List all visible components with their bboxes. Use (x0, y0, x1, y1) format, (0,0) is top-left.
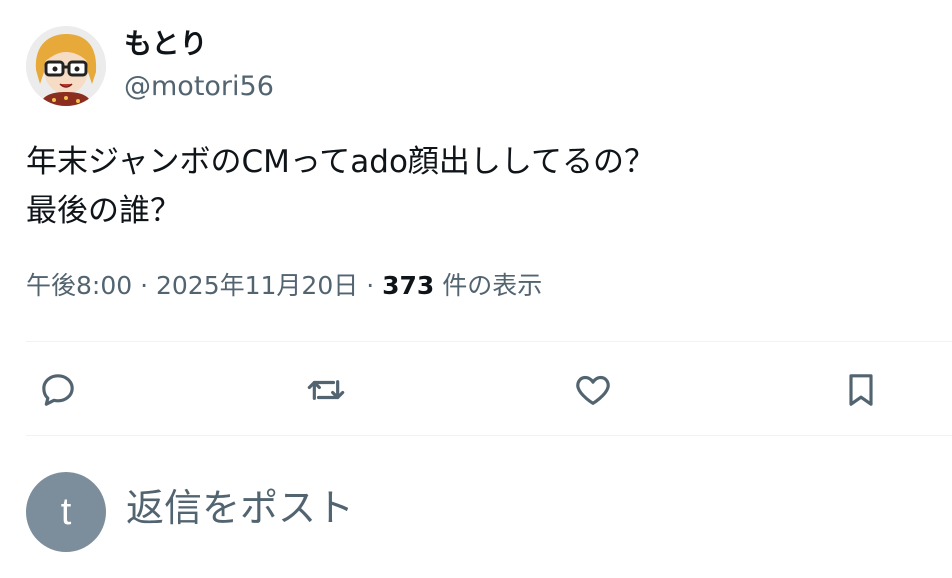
post-text-line: 最後の誰？ (26, 193, 181, 229)
reply-button[interactable] (36, 368, 80, 412)
reply-composer: t (0, 436, 952, 578)
post-metadata: 午後8:00 · 2025年11月20日 · 373 件の表示 (26, 268, 542, 304)
repost-button[interactable] (304, 368, 348, 412)
bookmark-icon (849, 374, 873, 406)
current-user-avatar[interactable]: t (26, 472, 106, 552)
views-label: 件の表示 (442, 271, 543, 300)
post-detail: もとり @motori56 年末ジャンボのCMってado顔出ししてるの？ 最後の… (0, 0, 952, 578)
post-date[interactable]: 2025年11月20日 (156, 271, 358, 300)
bookmark-button[interactable] (839, 368, 883, 412)
like-icon (576, 375, 610, 405)
repost-icon (307, 380, 345, 400)
meta-separator: · (140, 271, 149, 300)
author-avatar-illustration (26, 26, 106, 106)
post-time[interactable]: 午後8:00 (26, 271, 132, 300)
author-handle[interactable]: @motori56 (124, 70, 274, 104)
views-count: 373 (382, 271, 435, 300)
meta-separator: · (366, 271, 375, 300)
author-avatar[interactable] (26, 26, 106, 106)
like-button[interactable] (571, 368, 615, 412)
reply-icon (42, 374, 74, 406)
post-text: 年末ジャンボのCMってado顔出ししてるの？ 最後の誰？ (26, 138, 926, 236)
author-display-name[interactable]: もとり (124, 26, 207, 62)
post-text-line: 年末ジャンボのCMってado顔出ししてるの？ (26, 144, 656, 180)
reply-input[interactable] (126, 480, 906, 536)
divider (26, 341, 952, 342)
